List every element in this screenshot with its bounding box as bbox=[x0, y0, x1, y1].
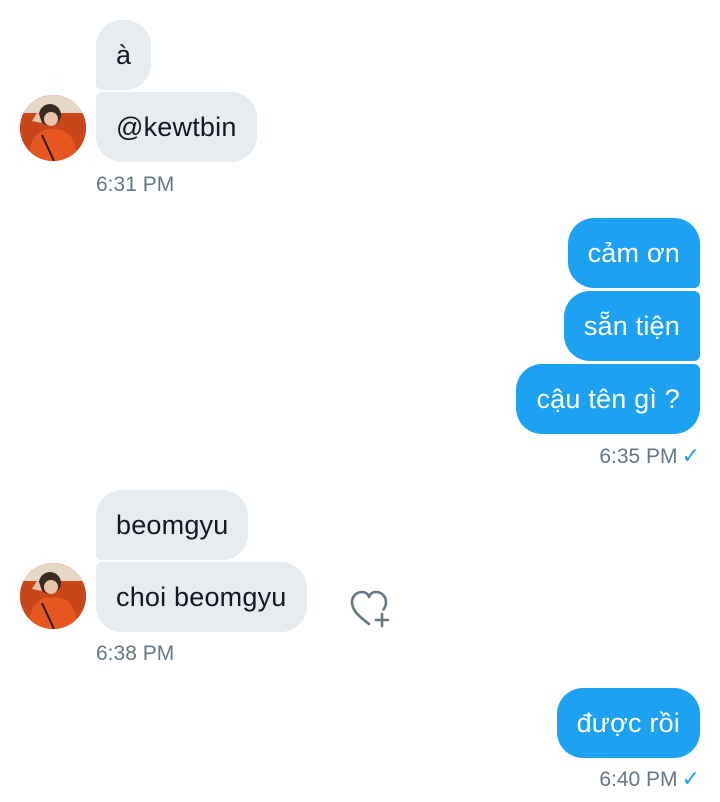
incoming-message[interactable]: beomgyu bbox=[96, 490, 249, 560]
avatar-photo bbox=[20, 563, 86, 629]
message-timestamp-row: 6:40 PM ✓ bbox=[599, 766, 700, 792]
incoming-message[interactable]: @kewtbin bbox=[96, 92, 257, 162]
outgoing-message[interactable]: cậu tên gì ? bbox=[516, 364, 700, 434]
outgoing-message[interactable]: được rồi bbox=[556, 688, 700, 758]
contact-avatar[interactable] bbox=[20, 95, 86, 161]
conversation-thread: à @kewtbin 6:31 PM cảm ơn sẵn tiện cậu t… bbox=[0, 0, 720, 802]
outgoing-message[interactable]: sẵn tiện bbox=[563, 291, 700, 361]
incoming-message[interactable]: choi beomgyu bbox=[96, 562, 307, 632]
message-timestamp: 6:31 PM bbox=[96, 173, 175, 196]
outgoing-message[interactable]: cảm ơn bbox=[567, 218, 700, 288]
like-heart-icon[interactable] bbox=[350, 590, 394, 630]
message-timestamp: 6:38 PM bbox=[96, 642, 175, 665]
incoming-message[interactable]: à bbox=[96, 20, 152, 90]
avatar-photo bbox=[20, 95, 86, 161]
message-timestamp: 6:40 PM bbox=[599, 768, 678, 791]
message-timestamp: 6:35 PM bbox=[599, 445, 678, 468]
read-check-icon: ✓ bbox=[681, 766, 700, 791]
message-timestamp-row: 6:35 PM ✓ bbox=[599, 443, 700, 469]
contact-avatar[interactable] bbox=[20, 563, 86, 629]
read-check-icon: ✓ bbox=[681, 443, 700, 468]
